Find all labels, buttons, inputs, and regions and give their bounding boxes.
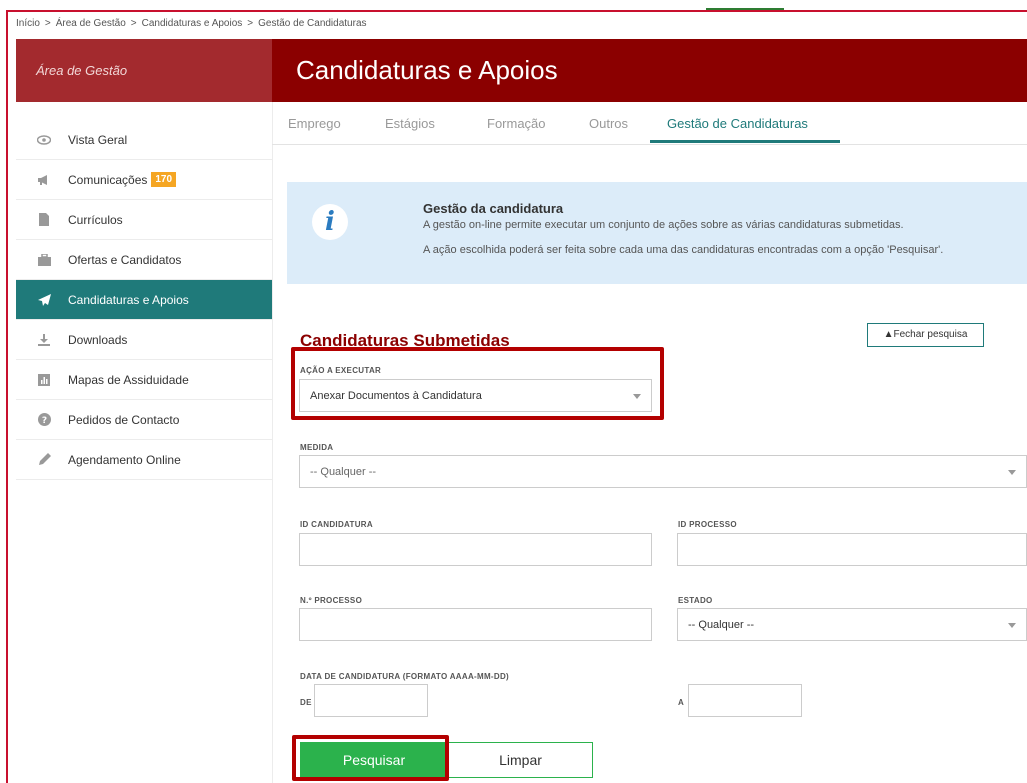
date-label: DATA DE CANDIDATURA (FORMATO AAAA-MM-DD) (300, 672, 510, 681)
sidebar-item-label: Vista Geral (68, 132, 128, 147)
chevron-down-icon (1008, 622, 1016, 628)
breadcrumb-separator: > (44, 18, 51, 29)
breadcrumb-candidaturas[interactable]: Candidaturas e Apoios (142, 18, 243, 29)
sidebar-item-pedidos[interactable]: ? Pedidos de Contacto (16, 400, 272, 440)
date-to-input[interactable] (688, 684, 802, 717)
svg-text:?: ? (41, 416, 46, 426)
n-processo-label: N.º PROCESSO (300, 596, 363, 605)
file-icon (36, 212, 52, 228)
sidebar-item-comunicacoes[interactable]: Comunicações 170 (16, 160, 272, 200)
sidebar-item-label: Currículos (68, 212, 123, 227)
chevron-down-icon (633, 393, 641, 399)
measure-select[interactable]: -- Qualquer -- (299, 455, 1027, 488)
id-processo-input[interactable] (677, 533, 1027, 566)
chevron-down-icon (1008, 469, 1016, 475)
date-from-input[interactable] (314, 684, 428, 717)
sidebar-item-mapas[interactable]: Mapas de Assiduidade (16, 360, 272, 400)
bar-chart-icon (36, 372, 52, 388)
breadcrumb-home[interactable]: Início (16, 18, 40, 29)
sidebar-item-vista-geral[interactable]: Vista Geral (16, 120, 272, 160)
sidebar-item-label: Agendamento Online (68, 452, 181, 467)
eye-icon (36, 132, 52, 148)
action-label: AÇÃO A EXECUTAR (300, 366, 382, 375)
top-strip (0, 0, 1027, 10)
clear-button[interactable]: Limpar (448, 742, 593, 778)
sidebar-item-downloads[interactable]: Downloads (16, 320, 272, 360)
info-title: Gestão da candidatura (423, 201, 564, 216)
megaphone-icon (36, 172, 52, 188)
sidebar-title: Área de Gestão (16, 39, 272, 102)
action-select[interactable]: Anexar Documentos à Candidatura (299, 379, 652, 412)
question-circle-icon: ? (36, 412, 52, 428)
tab-bar: Emprego Estágios Formação Outros Gestão … (272, 102, 1027, 145)
estado-select-value: -- Qualquer -- (688, 618, 755, 631)
breadcrumb-current: Gestão de Candidaturas (258, 18, 367, 29)
tab-estagios[interactable]: Estágios (385, 116, 435, 131)
action-select-value: Anexar Documentos à Candidatura (310, 389, 482, 402)
sidebar-item-agendamento[interactable]: Agendamento Online (16, 440, 272, 480)
sidebar-item-curriculos[interactable]: Currículos (16, 200, 272, 240)
n-processo-input[interactable] (299, 608, 652, 641)
date-from-label: DE (300, 698, 312, 707)
highlight-box-search (292, 735, 449, 781)
info-text: A ação escolhida poderá ser feita sobre … (423, 244, 944, 256)
breadcrumb: Início > Área de Gestão > Candidaturas e Apo… (16, 12, 1027, 36)
active-tab-indicator (650, 140, 840, 143)
tab-emprego[interactable]: Emprego (288, 116, 341, 131)
sidebar-item-label: Candidaturas e Apoios (68, 292, 189, 307)
sidebar-item-label: Ofertas e Candidatos (68, 252, 182, 267)
measure-label: MEDIDA (300, 443, 334, 452)
sidebar-item-label: Mapas de Assiduidade (68, 372, 189, 387)
breadcrumb-separator: > (247, 18, 254, 29)
sidebar-item-label: Comunicações (68, 172, 148, 187)
tab-outros[interactable]: Outros (589, 116, 628, 131)
notification-badge: 170 (151, 172, 177, 187)
estado-select[interactable]: -- Qualquer -- (677, 608, 1027, 641)
tab-gestao-candidaturas[interactable]: Gestão de Candidaturas (667, 116, 808, 131)
id-processo-label: ID PROCESSO (678, 520, 737, 529)
paper-plane-icon (36, 292, 52, 308)
estado-label: ESTADO (678, 596, 713, 605)
close-search-button[interactable]: ▲Fechar pesquisa (867, 323, 984, 347)
download-icon (36, 332, 52, 348)
info-icon: i (312, 204, 348, 240)
sidebar-item-label: Pedidos de Contacto (68, 412, 180, 427)
info-panel (287, 182, 1027, 284)
id-candidatura-input[interactable] (299, 533, 652, 566)
breadcrumb-area-gestao[interactable]: Área de Gestão (56, 18, 126, 29)
info-text: A gestão on-line permite executar um con… (423, 219, 904, 231)
sidebar: Vista Geral Comunicações 170 Currículos … (16, 102, 273, 783)
measure-select-value: -- Qualquer -- (310, 465, 377, 478)
id-candidatura-label: ID CANDIDATURA (300, 520, 373, 529)
sidebar-item-candidaturas[interactable]: Candidaturas e Apoios (16, 280, 272, 320)
pencil-icon (36, 452, 52, 468)
date-to-label: A (678, 698, 685, 707)
page-title: Candidaturas e Apoios (272, 39, 1027, 102)
sidebar-item-ofertas[interactable]: Ofertas e Candidatos (16, 240, 272, 280)
sidebar-item-label: Downloads (68, 332, 128, 347)
breadcrumb-separator: > (130, 18, 137, 29)
tab-formacao[interactable]: Formação (487, 116, 546, 131)
briefcase-icon (36, 252, 52, 268)
